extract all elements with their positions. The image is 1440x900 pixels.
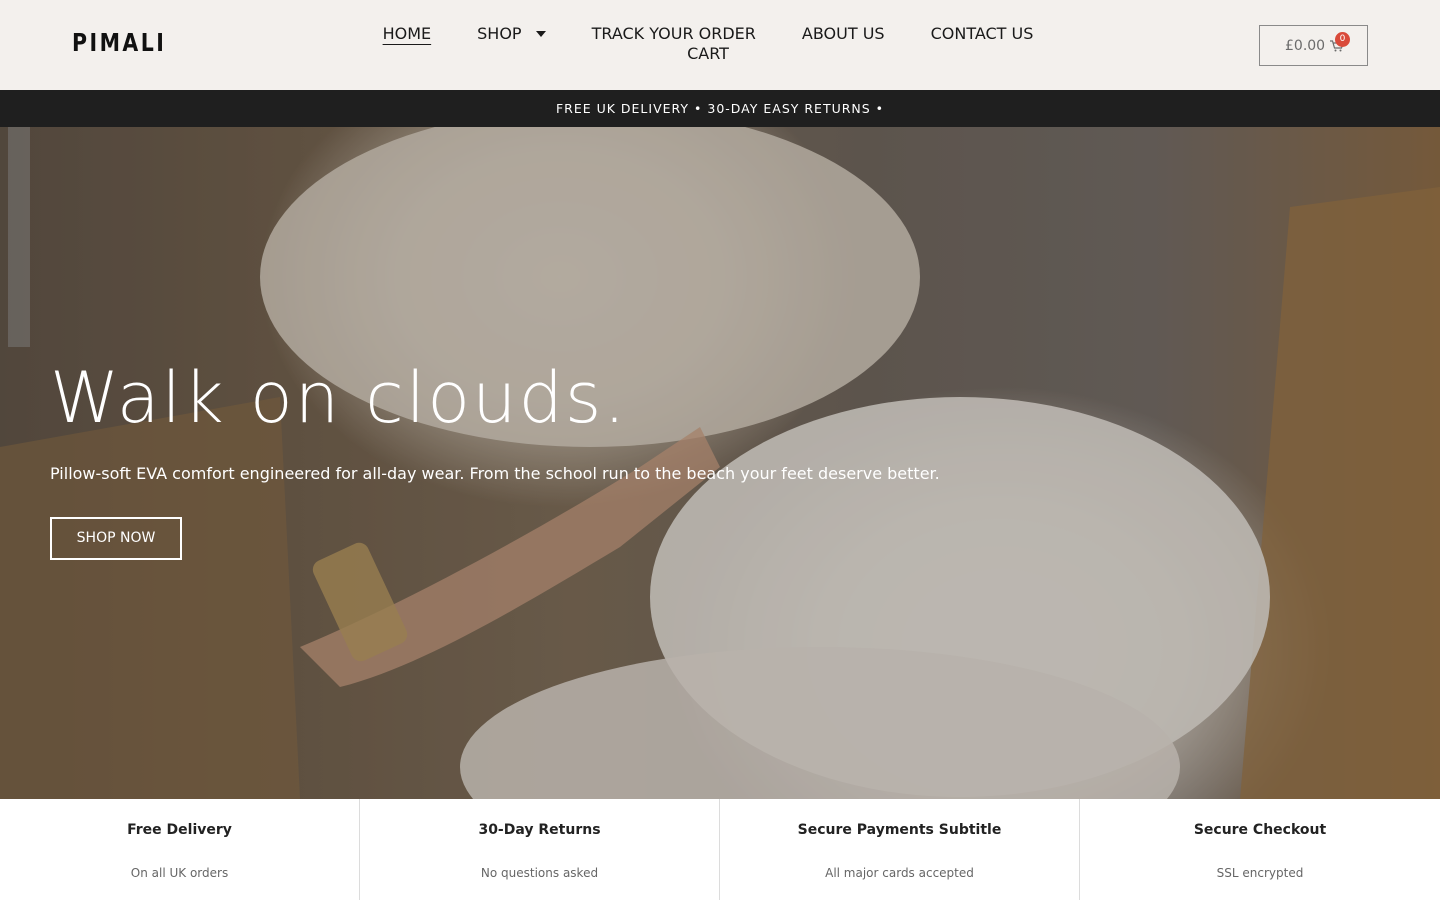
feature-subtitle: No questions asked [480, 866, 599, 880]
hero-subtitle: Pillow-soft EVA comfort engineered for a… [50, 464, 940, 483]
main-nav: HOME SHOP TRACK YOUR ORDER ABOUT US CONTACT … [348, 24, 1068, 64]
nav-item-about[interactable]: ABOUT US [802, 24, 885, 44]
feature-returns: 30-Day Returns No questions asked [360, 799, 720, 900]
hero-banner: Walk on clouds. Pillow-soft EVA comfort … [0, 127, 1440, 799]
announcement-bar: FREE UK DELIVERY • 30-DAY EASY RETURNS • [0, 90, 1440, 127]
site-header: PIMALI HOME SHOP TRACK YOUR ORDER ABOUT US C… [0, 0, 1440, 90]
hero-title: Walk on clouds. [50, 357, 628, 439]
feature-title: 30-Day Returns [478, 822, 601, 838]
nav-item-cart[interactable]: CART [687, 44, 729, 64]
cart-total: £0.00 [1285, 38, 1326, 54]
site-logo[interactable]: PIMALI [72, 28, 166, 57]
feature-title: Secure Payments Subtitle [797, 822, 1002, 838]
feature-subtitle: On all UK orders [130, 866, 229, 880]
nav-item-contact[interactable]: CONTACT US [931, 24, 1034, 44]
chevron-down-icon[interactable] [535, 30, 546, 37]
cart-button[interactable]: £0.00 0 [1259, 25, 1368, 66]
feature-secure-payments: Secure Payments Subtitle All major cards… [720, 799, 1080, 900]
shop-now-button[interactable]: SHOP NOW [50, 517, 182, 560]
cart-count-badge: 0 [1335, 32, 1350, 47]
nav-item-track-order[interactable]: TRACK YOUR ORDER [592, 24, 756, 44]
feature-secure-checkout: Secure Checkout SSL encrypted [1080, 799, 1440, 900]
nav-item-home[interactable]: HOME [383, 24, 432, 44]
feature-subtitle: All major cards accepted [825, 866, 974, 880]
nav-item-shop[interactable]: SHOP [477, 24, 546, 44]
features-strip: Free Delivery On all UK orders 30-Day Re… [0, 799, 1440, 900]
feature-title: Free Delivery [127, 822, 232, 838]
feature-free-delivery: Free Delivery On all UK orders [0, 799, 360, 900]
feature-title: Secure Checkout [1193, 822, 1327, 838]
feature-subtitle: SSL encrypted [1216, 866, 1304, 880]
hero-overlay [0, 127, 1440, 799]
